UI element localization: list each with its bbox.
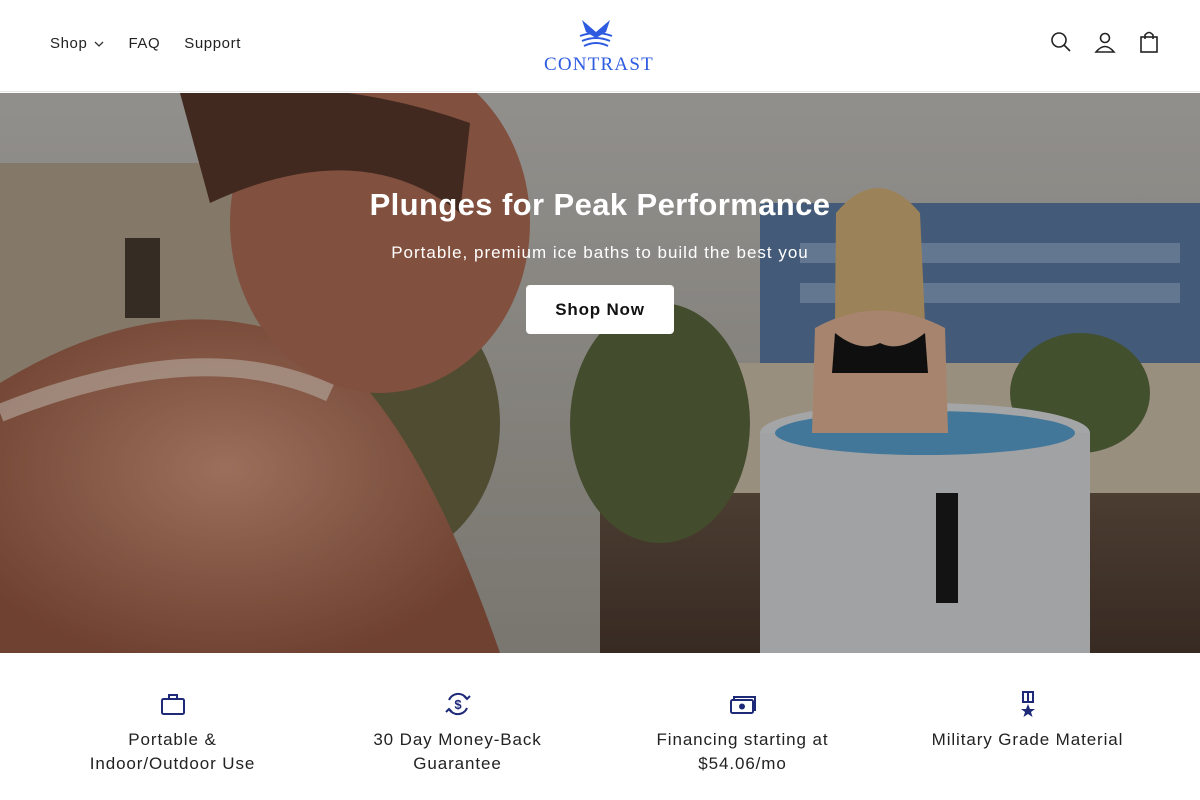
nav-support-label: Support: [184, 35, 241, 52]
nav-shop[interactable]: Shop: [50, 35, 104, 52]
feature-material: Military Grade Material: [885, 688, 1170, 776]
medal-icon: [1020, 691, 1035, 717]
chevron-down-icon: [94, 41, 104, 47]
cart-icon: [1140, 31, 1158, 53]
cart-button[interactable]: [1138, 30, 1160, 54]
logo-mark-icon: [579, 20, 613, 47]
dollar-cycle-icon: $: [444, 692, 471, 716]
header-actions: [1050, 30, 1160, 54]
nav-faq[interactable]: FAQ: [128, 35, 160, 52]
feature-portable: Portable & Indoor/Outdoor Use: [30, 688, 315, 776]
hero-title: Plunges for Peak Performance: [369, 187, 831, 222]
feature-guarantee: $ 30 Day Money-Back Guarantee: [315, 688, 600, 776]
money-icon: [729, 696, 756, 714]
feature-financing: Financing starting at $54.06/mo: [600, 688, 885, 776]
search-icon: [1051, 32, 1071, 52]
briefcase-icon: [160, 694, 185, 715]
nav-shop-label: Shop: [50, 35, 88, 52]
feature-text: Military Grade Material: [931, 730, 1124, 749]
hero-subtitle: Portable, premium ice baths to build the…: [391, 243, 809, 262]
feature-list: Portable & Indoor/Outdoor Use $ 30 Day M…: [30, 688, 1170, 776]
account-icon: [1094, 32, 1116, 53]
svg-text:$: $: [454, 697, 462, 712]
search-button[interactable]: [1050, 30, 1072, 54]
hero-banner: Plunges for Peak Performance Portable, p…: [0, 93, 1200, 653]
brand-logo[interactable]: CONTRAST: [544, 18, 654, 76]
main-nav: Shop FAQ Support: [50, 35, 265, 52]
logo-wordmark: CONTRAST: [544, 54, 654, 75]
feature-text: 30 Day Money-Back Guarantee: [373, 730, 542, 773]
site-header: Shop FAQ Support CONTRAST: [0, 0, 1200, 92]
nav-support[interactable]: Support: [184, 35, 241, 52]
shop-now-button[interactable]: Shop Now: [526, 285, 674, 334]
feature-text: Financing starting at $54.06/mo: [656, 730, 829, 773]
feature-text: Portable & Indoor/Outdoor Use: [89, 730, 256, 773]
account-button[interactable]: [1094, 30, 1116, 54]
hero-overlay: [0, 93, 1200, 653]
nav-faq-label: FAQ: [128, 35, 161, 52]
